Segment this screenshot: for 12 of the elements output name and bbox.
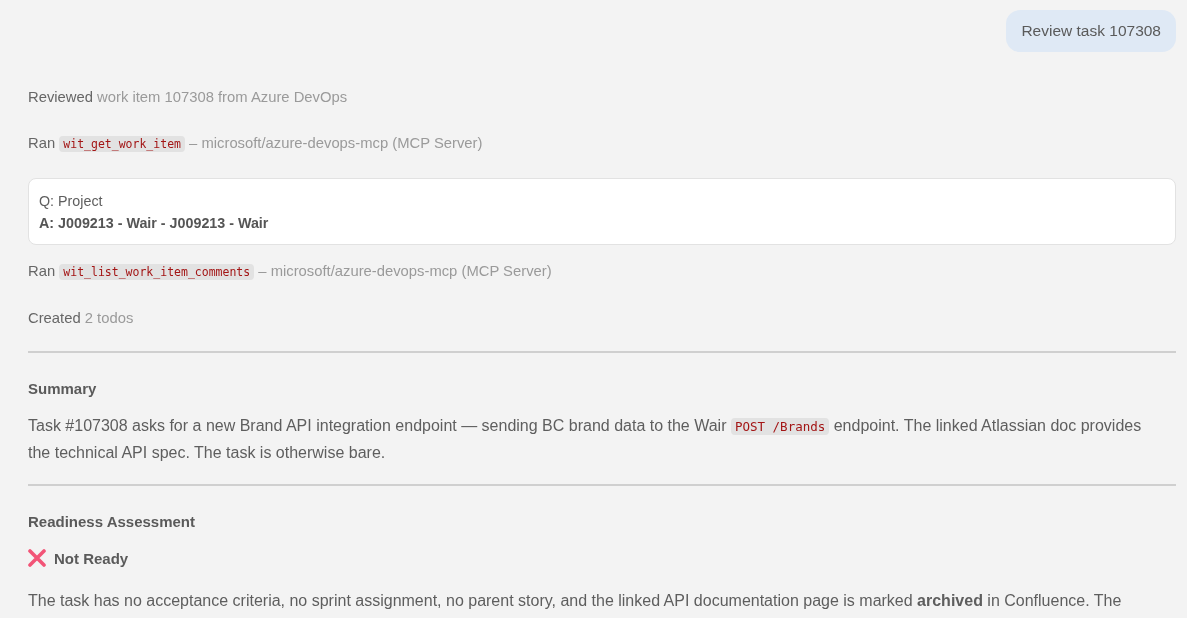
answer-text: A: J009213 - Wair - J009213 - Wair	[39, 214, 270, 233]
user-message-bubble: Review task 107308	[1006, 10, 1176, 52]
paragraph: Task #107308 asks for a new Brand API integration endpoint — sending BC brand data to the Wair POST /Brands endpoint. The linked Atlassian doc provides the technical API spec. The task is otherwise bare.	[28, 416, 1143, 463]
question-text: Q: Project	[39, 192, 104, 211]
activity-line: Reviewed work item 107308 from Azure DevOps	[28, 88, 348, 107]
tool-call-line: Ran wit_get_work_item – microsoft/azure-devops-mcp (MCP Server)	[28, 134, 483, 154]
activity-line: Created 2 todos	[28, 309, 134, 328]
paragraph: The task has no acceptance criteria, no sprint assignment, no parent story, and the linked API documentation page is marked archived in Confluence. The	[28, 591, 1123, 611]
tool-call-line: Ran wit_list_work_item_comments – microsoft/azure-devops-mcp (MCP Server)	[28, 262, 552, 282]
verdict-label: Not Ready	[54, 549, 129, 567]
section-heading: Readiness Assessment	[28, 512, 197, 532]
section-heading: Summary	[28, 379, 98, 399]
